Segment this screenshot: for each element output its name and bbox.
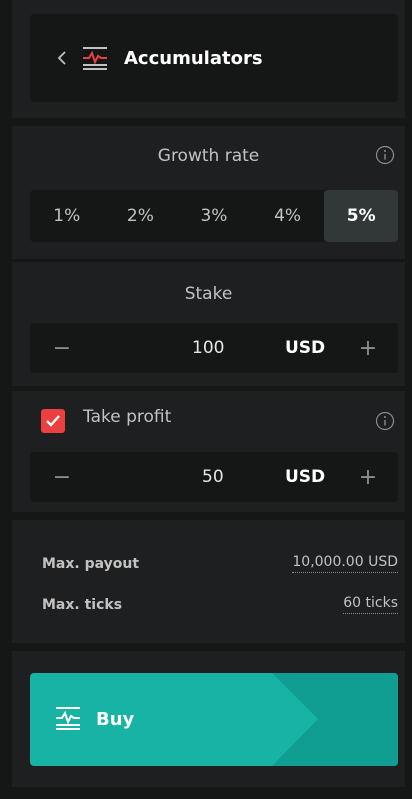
info-icon[interactable] [375, 145, 395, 165]
payout-panel [12, 520, 405, 643]
max-payout-value[interactable]: 10,000.00 USD [292, 554, 398, 573]
trade-type-selector[interactable]: Accumulators [30, 14, 398, 102]
growth-rate-option-1[interactable]: 1% [30, 190, 104, 242]
stake-increment-button[interactable]: + [346, 323, 390, 373]
info-icon[interactable] [375, 411, 395, 431]
growth-rate-option-4[interactable]: 4% [251, 190, 325, 242]
stake-input[interactable]: 100 [192, 323, 224, 373]
checkmark-icon [46, 415, 60, 427]
chevron-left-icon[interactable] [50, 46, 74, 70]
growth-rate-label: Growth rate [157, 146, 260, 166]
take-profit-increment-button[interactable]: + [346, 452, 390, 502]
max-ticks-label: Max. ticks [42, 597, 123, 613]
accumulators-icon [80, 43, 110, 73]
trade-type-title: Accumulators [124, 47, 263, 69]
growth-rate-option-2[interactable]: 2% [104, 190, 178, 242]
growth-rate-option-5[interactable]: 5% [324, 190, 398, 242]
take-profit-input-row: − 50 USD + [30, 452, 398, 502]
buy-label: Buy [96, 709, 135, 730]
stake-input-row: − 100 USD + [30, 323, 398, 373]
growth-rate-options: 1% 2% 3% 4% 5% [30, 190, 398, 242]
stake-currency: USD [285, 338, 326, 358]
trade-params-panel: Accumulators Growth rate 1% 2% 3% 4% 5% … [0, 0, 412, 799]
buy-content: Buy [54, 673, 134, 766]
max-ticks-value[interactable]: 60 ticks [343, 595, 398, 614]
accumulators-icon [54, 706, 82, 734]
take-profit-decrement-button[interactable]: − [40, 452, 84, 502]
max-payout-label: Max. payout [42, 556, 140, 572]
growth-rate-option-3[interactable]: 3% [177, 190, 251, 242]
take-profit-input[interactable]: 50 [202, 452, 224, 502]
take-profit-checkbox[interactable] [41, 409, 65, 433]
take-profit-currency: USD [285, 467, 326, 487]
buy-button[interactable]: Buy [30, 673, 398, 766]
stake-label: Stake [184, 284, 233, 304]
take-profit-label: Take profit [83, 407, 172, 427]
header-row: Accumulators [50, 14, 263, 102]
stake-decrement-button[interactable]: − [40, 323, 84, 373]
